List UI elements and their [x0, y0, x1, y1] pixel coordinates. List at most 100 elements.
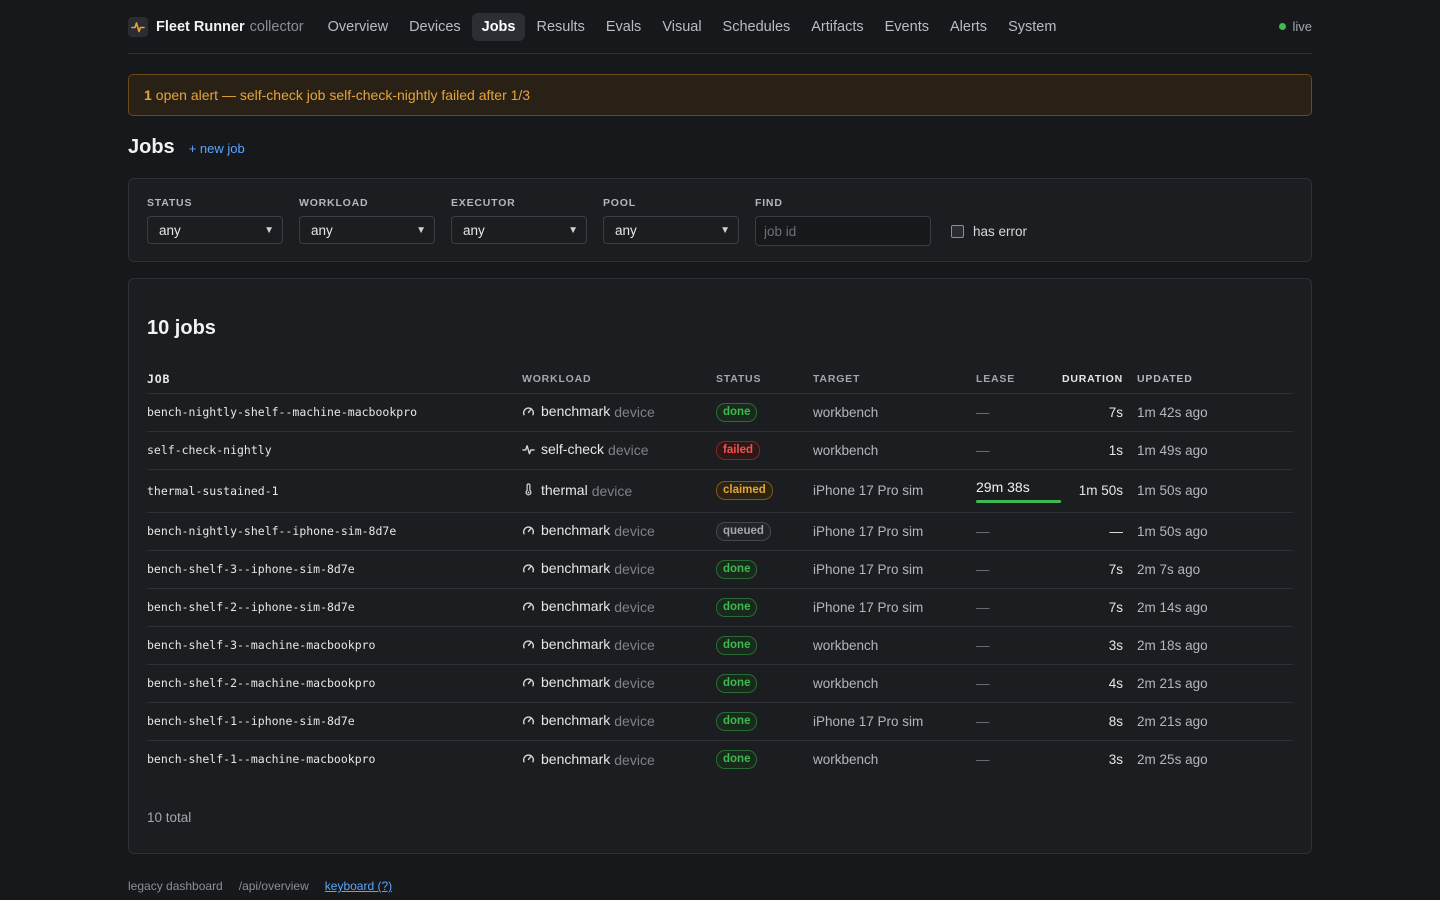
table-row[interactable]: bench-nightly-shelf--iphone-sim-8d7e benc… — [147, 512, 1293, 551]
workload-kind: device — [614, 637, 655, 654]
job-id-link[interactable]: bench-nightly-shelf--machine-macbookpro — [147, 405, 417, 419]
col-lease-header[interactable]: LEASE — [976, 365, 1062, 394]
page-title: Jobs — [128, 136, 175, 158]
col-status-header[interactable]: STATUS — [716, 365, 813, 394]
duration-cell: 7s — [1062, 393, 1124, 432]
job-id-link[interactable]: bench-shelf-3--machine-macbookpro — [147, 638, 375, 652]
lease-value: — — [976, 599, 990, 615]
executor-select[interactable]: any ▼ — [451, 216, 587, 244]
jobs-total: 10 total — [147, 810, 192, 825]
brand[interactable]: Fleet Runner collector — [128, 16, 304, 37]
nav-tab-overview[interactable]: Overview — [318, 13, 398, 41]
job-id-cell[interactable]: bench-nightly-shelf--machine-macbookpro — [147, 393, 522, 432]
target-cell: workbench — [813, 431, 976, 470]
job-id-link[interactable]: bench-shelf-2--machine-macbookpro — [147, 676, 375, 690]
chevron-down-icon: ▼ — [720, 224, 730, 236]
workload-kind: device — [614, 404, 655, 421]
workload-name: benchmark — [541, 403, 611, 420]
col-job-header[interactable]: JOB — [147, 365, 522, 394]
alert-banner[interactable]: 1 open alert — self-check job self-check… — [128, 74, 1312, 116]
target-cell: iPhone 17 Pro sim — [813, 512, 976, 551]
legacy-dashboard-link[interactable]: legacy dashboard — [128, 879, 223, 893]
has-error-toggle[interactable]: has error — [951, 224, 1027, 239]
keyboard-shortcuts-link[interactable]: keyboard (?) — [325, 879, 392, 893]
job-id-link[interactable]: thermal-sustained-1 — [147, 484, 279, 498]
job-id-link[interactable]: self-check-nightly — [147, 443, 272, 457]
status-cell: failed — [716, 431, 813, 470]
nav-tab-evals[interactable]: Evals — [596, 13, 651, 41]
nav-tab-results[interactable]: Results — [526, 13, 594, 41]
workload-cell: benchmark device — [522, 664, 716, 703]
job-id-cell[interactable]: bench-shelf-1--machine-macbookpro — [147, 740, 522, 778]
job-id-link[interactable]: bench-shelf-2--iphone-sim-8d7e — [147, 600, 355, 614]
workload-name: benchmark — [541, 674, 611, 691]
col-workload-header[interactable]: WORKLOAD — [522, 365, 716, 394]
target-cell: workbench — [813, 664, 976, 703]
table-row[interactable]: bench-shelf-1--iphone-sim-8d7e benchmark d… — [147, 702, 1293, 741]
duration-cell: 3s — [1062, 626, 1124, 665]
table-row[interactable]: bench-shelf-2--machine-macbookpro benchma… — [147, 664, 1293, 703]
duration-cell: 8s — [1062, 702, 1124, 741]
status-badge: done — [716, 635, 758, 655]
duration-cell: 1m 50s — [1062, 469, 1124, 513]
job-id-cell[interactable]: bench-shelf-3--machine-macbookpro — [147, 626, 522, 665]
nav-tab-devices[interactable]: Devices — [399, 13, 471, 41]
workload-kind: device — [591, 482, 633, 499]
workload-cell: benchmark device — [522, 626, 716, 665]
new-job-link[interactable]: + new job — [189, 141, 245, 156]
status-cell: done — [716, 626, 813, 665]
duration-cell: 4s — [1062, 664, 1124, 703]
nav-tab-schedules[interactable]: Schedules — [713, 13, 801, 41]
job-id-cell[interactable]: bench-shelf-3--iphone-sim-8d7e — [147, 550, 522, 589]
col-duration-header[interactable]: DURATION — [1062, 365, 1124, 394]
pool-select[interactable]: any ▼ — [603, 216, 739, 244]
job-id-search-input[interactable] — [755, 216, 931, 246]
nav-tab-alerts[interactable]: Alerts — [940, 13, 997, 41]
status-select[interactable]: any ▼ — [147, 216, 283, 244]
col-updated-header[interactable]: UPDATED — [1123, 365, 1293, 394]
table-row[interactable]: bench-shelf-3--machine-macbookpro benchma… — [147, 626, 1293, 665]
job-id-link[interactable]: bench-nightly-shelf--iphone-sim-8d7e — [147, 524, 396, 538]
job-id-cell[interactable]: bench-nightly-shelf--iphone-sim-8d7e — [147, 512, 522, 551]
workload-select[interactable]: any ▼ — [299, 216, 435, 244]
jobs-table-body: bench-nightly-shelf--machine-macbookpro b… — [147, 393, 1293, 778]
has-error-checkbox[interactable] — [951, 225, 964, 238]
executor-filter: EXECUTOR any ▼ — [451, 197, 587, 244]
status-cell: done — [716, 550, 813, 589]
nav-tab-events[interactable]: Events — [875, 13, 939, 41]
target-cell: iPhone 17 Pro sim — [813, 469, 976, 513]
nav-tab-artifacts[interactable]: Artifacts — [801, 13, 873, 41]
table-row[interactable]: bench-shelf-1--machine-macbookpro benchma… — [147, 740, 1293, 778]
job-id-cell[interactable]: bench-shelf-1--iphone-sim-8d7e — [147, 702, 522, 741]
job-id-link[interactable]: bench-shelf-3--iphone-sim-8d7e — [147, 562, 355, 576]
job-id-cell[interactable]: bench-shelf-2--iphone-sim-8d7e — [147, 588, 522, 627]
workload-filter-label: WORKLOAD — [299, 197, 369, 209]
table-row[interactable]: bench-shelf-2--iphone-sim-8d7e benchmark d… — [147, 588, 1293, 627]
top-nav: Fleet Runner collector Overview Devices Jo… — [128, 0, 1312, 54]
jobs-card: 10 jobs JOB WORKLOAD STATUS TARGET LEASE… — [128, 278, 1312, 854]
status-select-value: any — [159, 222, 181, 238]
alert-count: 1 — [144, 87, 152, 103]
job-id-link[interactable]: bench-shelf-1--machine-macbookpro — [147, 752, 375, 766]
jobs-count-title: 10 jobs — [147, 317, 216, 339]
job-id-cell[interactable]: self-check-nightly — [147, 431, 522, 470]
status-badge: done — [716, 597, 758, 617]
target-cell: iPhone 17 Pro sim — [813, 702, 976, 741]
nav-tab-system[interactable]: System — [998, 13, 1066, 41]
nav-tab-jobs[interactable]: Jobs — [471, 12, 526, 41]
workload-cell: benchmark device — [522, 550, 716, 589]
table-row[interactable]: thermal-sustained-1 thermal device claimed i… — [147, 469, 1293, 513]
nav-tab-visual[interactable]: Visual — [652, 13, 711, 41]
status-badge: done — [716, 749, 758, 769]
col-target-header[interactable]: TARGET — [813, 365, 976, 394]
api-overview-link[interactable]: /api/overview — [239, 879, 309, 893]
job-id-cell[interactable]: bench-shelf-2--machine-macbookpro — [147, 664, 522, 703]
table-row[interactable]: bench-nightly-shelf--machine-macbookpro b… — [147, 393, 1293, 432]
table-row[interactable]: self-check-nightly self-check device failed… — [147, 431, 1293, 470]
gauge-icon — [522, 600, 535, 613]
job-id-link[interactable]: bench-shelf-1--iphone-sim-8d7e — [147, 714, 355, 728]
status-cell: done — [716, 393, 813, 432]
lease-progress-bar — [976, 499, 1062, 503]
job-id-cell[interactable]: thermal-sustained-1 — [147, 469, 522, 513]
table-row[interactable]: bench-shelf-3--iphone-sim-8d7e benchmark d… — [147, 550, 1293, 589]
